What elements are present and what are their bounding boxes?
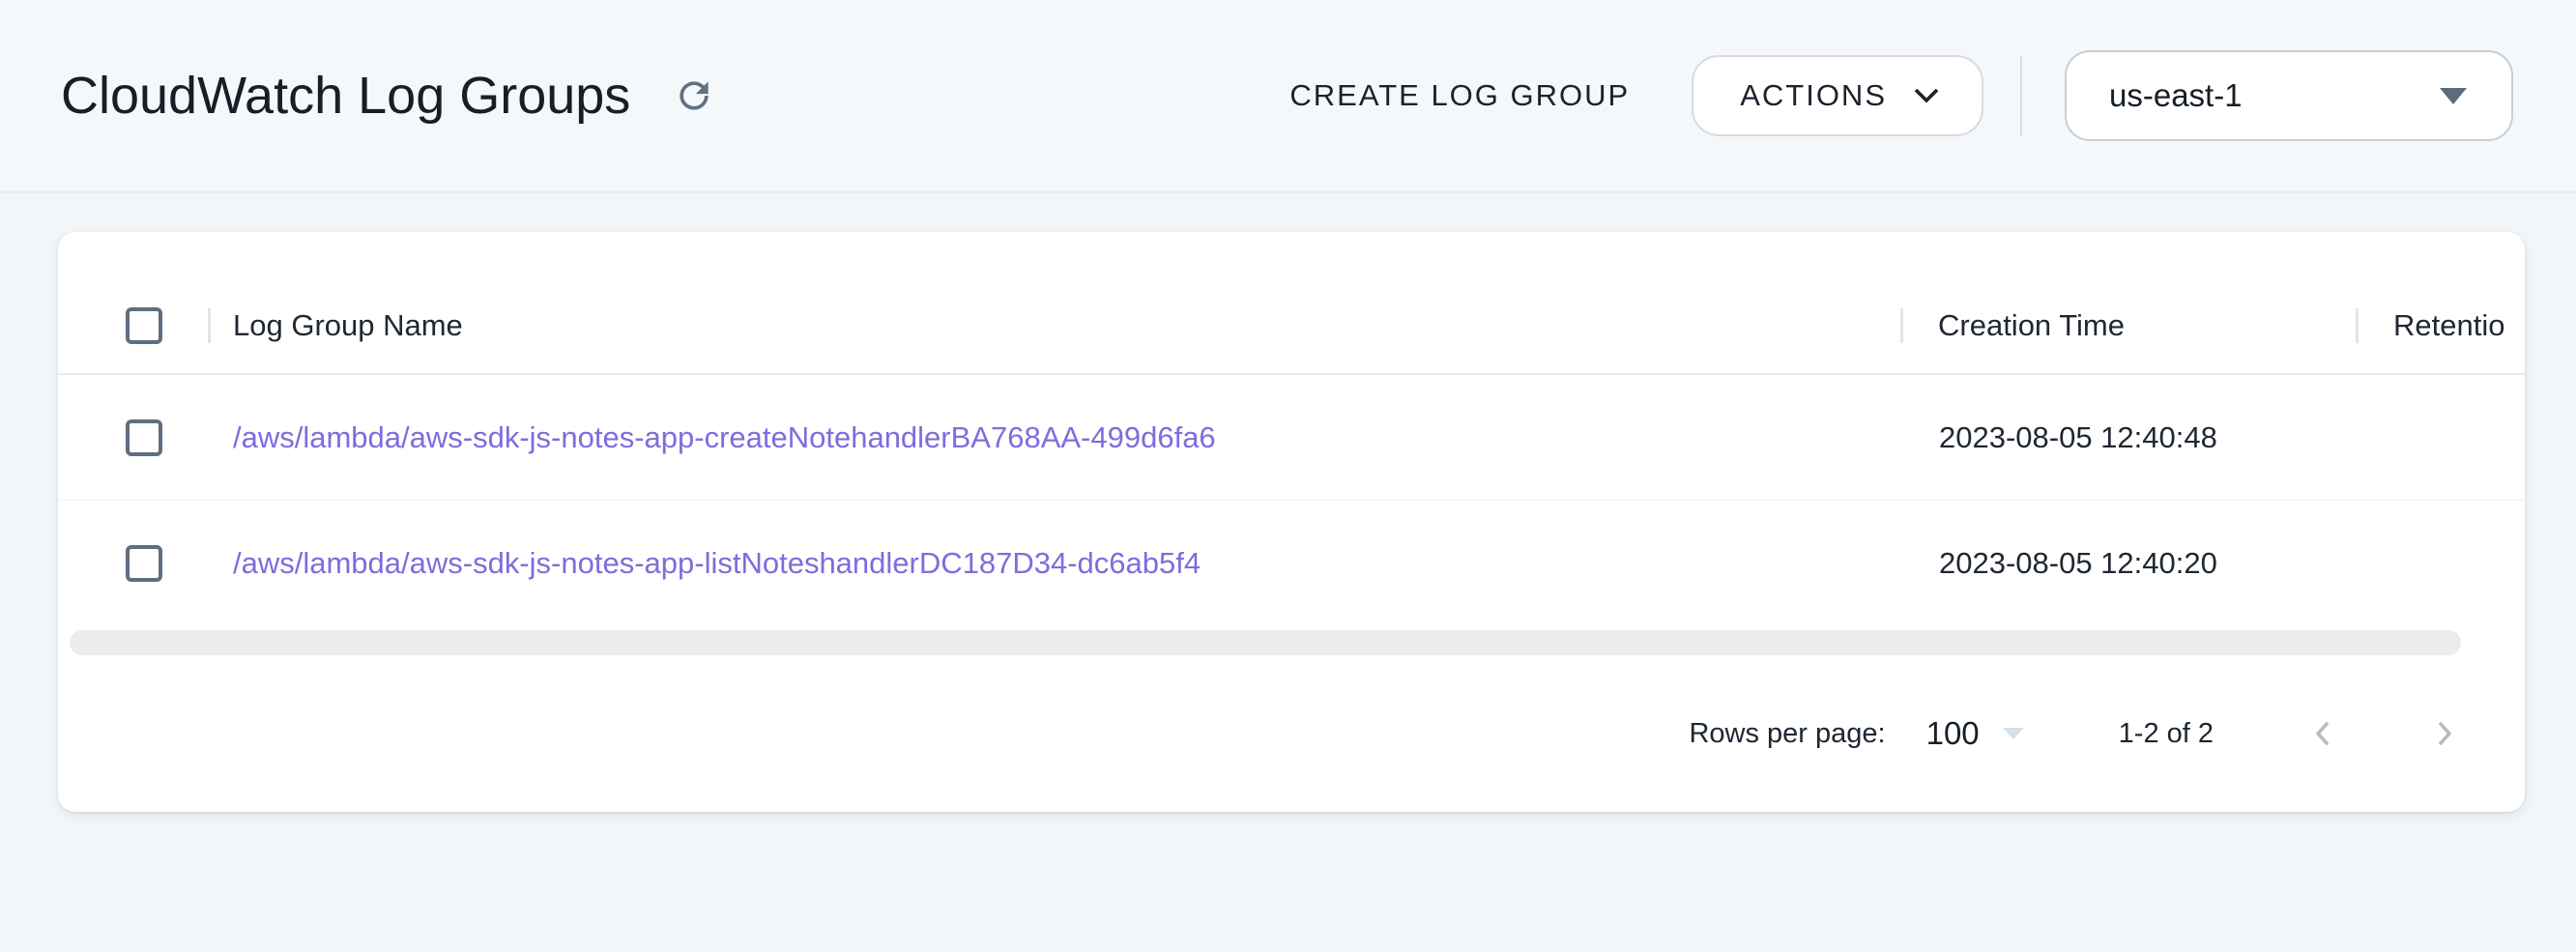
log-group-name-cell: /aws/lambda/aws-sdk-js-notes-app-createN…	[208, 420, 1900, 455]
row-checkbox-cell	[58, 419, 208, 456]
header-actions: CREATE LOG GROUP ACTIONS us-east-1	[1280, 50, 2513, 141]
select-arrow-icon	[2003, 728, 2024, 739]
previous-page-button[interactable]	[2297, 707, 2349, 760]
horizontal-scrollbar-thumb[interactable]	[70, 630, 2461, 655]
table-header-row: Log Group Name Creation Time Retentio	[58, 278, 2525, 375]
chevron-left-icon	[2306, 717, 2339, 750]
rows-per-page-select[interactable]: 100	[1926, 715, 2024, 752]
column-divider	[2356, 308, 2359, 343]
column-header-label: Creation Time	[1938, 308, 2125, 343]
page-title: CloudWatch Log Groups	[61, 66, 630, 126]
column-header-label: Retentio	[2393, 308, 2504, 343]
header-bar: CloudWatch Log Groups CREATE LOG GROUP A…	[0, 0, 2576, 193]
title-group: CloudWatch Log Groups	[61, 66, 721, 126]
next-page-button[interactable]	[2418, 707, 2471, 760]
rows-per-page-value: 100	[1926, 715, 1980, 752]
actions-button-label: ACTIONS	[1740, 78, 1887, 113]
column-header-retention: Retentio	[2356, 278, 2525, 373]
row-checkbox[interactable]	[126, 545, 162, 582]
pagination-bar: Rows per page: 100 1-2 of 2	[58, 682, 2525, 785]
table-row: /aws/lambda/aws-sdk-js-notes-app-listNot…	[58, 501, 2525, 626]
actions-button[interactable]: ACTIONS	[1692, 55, 1983, 136]
log-group-name-cell: /aws/lambda/aws-sdk-js-notes-app-listNot…	[208, 546, 1900, 581]
creation-time-cell: 2023-08-05 12:40:48	[1900, 420, 2356, 455]
create-log-group-button[interactable]: CREATE LOG GROUP	[1280, 61, 1639, 130]
column-header-creation-time: Creation Time	[1900, 278, 2356, 373]
row-checkbox[interactable]	[126, 419, 162, 456]
header-divider	[2020, 56, 2022, 135]
column-divider	[208, 308, 211, 343]
chevron-down-icon	[1912, 86, 1941, 105]
log-group-link[interactable]: /aws/lambda/aws-sdk-js-notes-app-listNot…	[233, 546, 1201, 580]
header-checkbox-cell	[58, 307, 208, 344]
refresh-button[interactable]	[667, 69, 721, 123]
row-checkbox-cell	[58, 545, 208, 582]
column-header-log-group-name: Log Group Name	[208, 278, 1900, 373]
column-divider	[1900, 308, 1903, 343]
horizontal-scrollbar	[58, 630, 2525, 659]
region-selector[interactable]: us-east-1	[2065, 50, 2513, 141]
chevron-right-icon	[2428, 717, 2461, 750]
column-header-label: Log Group Name	[233, 308, 463, 343]
refresh-icon	[673, 74, 715, 117]
log-groups-card: Log Group Name Creation Time Retentio /a…	[58, 232, 2525, 812]
creation-time-cell: 2023-08-05 12:40:20	[1900, 546, 2356, 581]
select-all-checkbox[interactable]	[126, 307, 162, 344]
page: CloudWatch Log Groups CREATE LOG GROUP A…	[0, 0, 2576, 952]
dropdown-arrow-icon	[2440, 88, 2467, 104]
rows-per-page-label: Rows per page:	[1689, 718, 1885, 750]
region-selector-value: us-east-1	[2109, 77, 2243, 114]
log-group-link[interactable]: /aws/lambda/aws-sdk-js-notes-app-createN…	[233, 420, 1216, 454]
pagination-range: 1-2 of 2	[2119, 718, 2214, 750]
table-row: /aws/lambda/aws-sdk-js-notes-app-createN…	[58, 375, 2525, 501]
